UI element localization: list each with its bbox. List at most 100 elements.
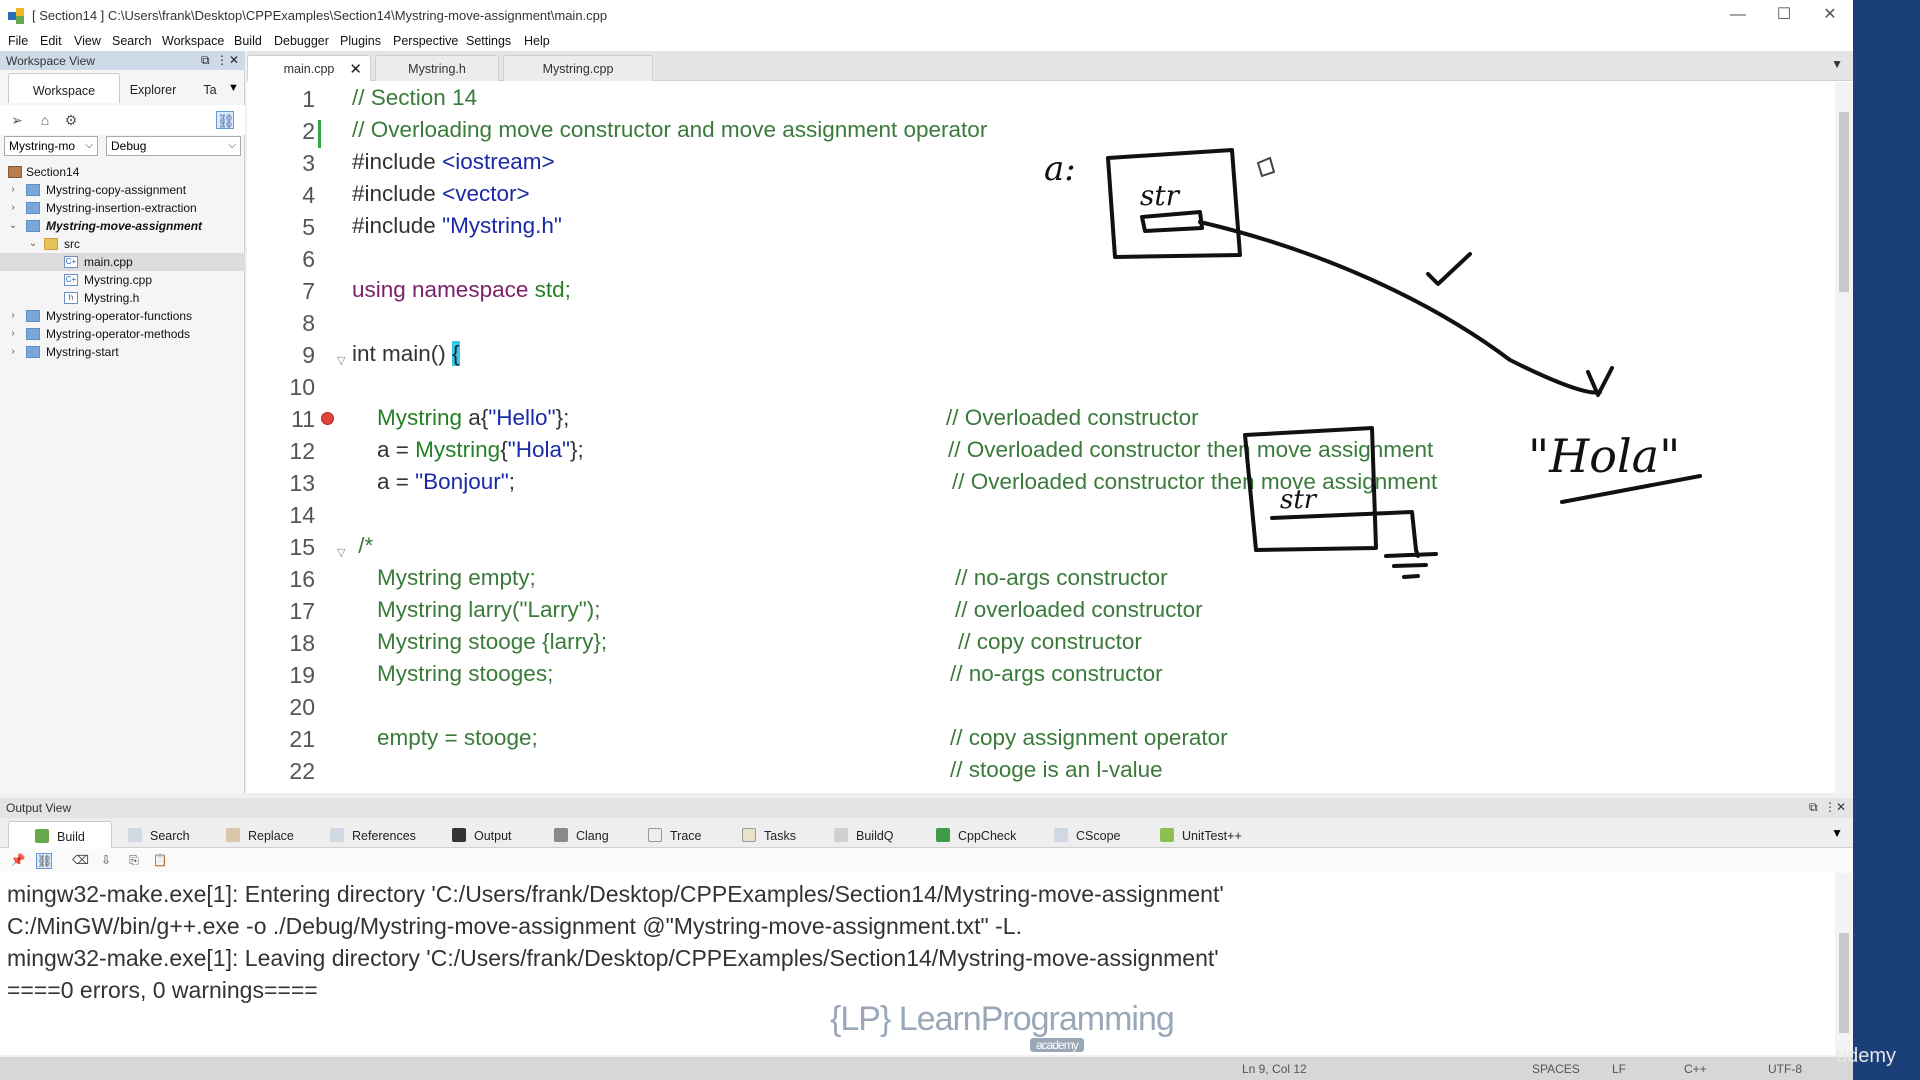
tree-item-project[interactable]: › Mystring-start <box>0 343 245 361</box>
home-icon[interactable]: ⌂ <box>36 111 54 129</box>
tree-item-project[interactable]: › Mystring-operator-methods <box>0 325 245 343</box>
chevron-down-icon[interactable]: ⌄ <box>8 217 18 235</box>
tab-buildq[interactable]: BuildQ <box>834 821 894 848</box>
tree-item-project[interactable]: › Mystring-operator-functions <box>0 307 245 325</box>
tab-label: Search <box>150 829 190 843</box>
cursor-position: Ln 9, Col 12 <box>1242 1062 1307 1076</box>
chevron-down-icon[interactable]: ▼ <box>1831 826 1843 840</box>
chevron-right-icon[interactable]: › <box>8 181 18 199</box>
editor-scrollbar[interactable] <box>1835 82 1853 793</box>
menu-bar: File Edit View Search Workspace Build De… <box>0 31 1853 51</box>
chevron-right-icon[interactable]: › <box>8 325 18 343</box>
tab-cscope[interactable]: CScope <box>1054 821 1120 848</box>
menu-debugger[interactable]: Debugger <box>274 34 329 48</box>
pin-icon[interactable]: 📌 <box>10 853 26 869</box>
tab-tasks[interactable]: Tasks <box>742 821 796 848</box>
scrollbar-thumb[interactable] <box>1839 112 1849 292</box>
tab-label: CScope <box>1076 829 1121 843</box>
chevron-down-icon[interactable]: ⌄ <box>28 235 38 253</box>
tab-unittest[interactable]: UnitTest++ <box>1160 821 1242 848</box>
tab-references[interactable]: References <box>330 821 416 848</box>
tab-mystring-h[interactable]: Mystring.h <box>375 55 499 81</box>
tab-trace[interactable]: Trace <box>648 821 702 848</box>
cpp-file-icon: C+ <box>64 256 78 268</box>
breakpoint-icon[interactable] <box>321 412 334 425</box>
tree-item-workspace[interactable]: Section14 <box>0 163 245 181</box>
code-token: "Hola" <box>507 437 570 462</box>
detach-icon[interactable]: ⧉ <box>201 53 210 68</box>
tab-main-cpp[interactable]: main.cpp ✕ <box>247 55 371 81</box>
menu-edit[interactable]: Edit <box>40 34 62 48</box>
tree-item-file[interactable]: C+ Mystring.cpp <box>0 271 245 289</box>
tree-item-project[interactable]: › Mystring-insertion-extraction <box>0 199 245 217</box>
tab-build[interactable]: Build <box>8 821 112 848</box>
tab-clang[interactable]: Clang <box>554 821 609 848</box>
menu-build[interactable]: Build <box>234 34 262 48</box>
tab-workspace[interactable]: Workspace <box>8 73 120 103</box>
configuration-select[interactable]: Debug ⌵ <box>106 136 241 156</box>
language-mode[interactable]: C++ <box>1684 1062 1707 1076</box>
code-token: "Mystring.h" <box>442 213 562 238</box>
code-token: #include <box>352 181 443 206</box>
menu-search[interactable]: Search <box>112 34 152 48</box>
more-icon[interactable]: ⋮ <box>216 53 228 67</box>
tab-search[interactable]: Search <box>126 821 190 848</box>
close-window-button[interactable]: ✕ <box>1810 4 1850 26</box>
save-icon[interactable]: ⇩ <box>98 853 114 869</box>
tab-tabs[interactable]: Ta <box>196 73 224 103</box>
tab-replace[interactable]: Replace <box>226 821 294 848</box>
chevron-right-icon[interactable]: › <box>8 199 18 217</box>
tab-explorer[interactable]: Explorer <box>120 73 186 103</box>
line-number: 16 <box>289 566 315 592</box>
tree-item-folder[interactable]: ⌄ src <box>0 235 245 253</box>
tree-item-project[interactable]: › Mystring-copy-assignment <box>0 181 245 199</box>
close-icon[interactable]: ✕ <box>229 53 239 67</box>
menu-workspace[interactable]: Workspace <box>162 34 224 48</box>
chevron-down-icon[interactable]: ▼ <box>1831 57 1843 71</box>
tree-item-file[interactable]: h Mystring.h <box>0 289 245 307</box>
code-line: a = Mystring{"Hola"}; <box>352 437 584 463</box>
gear-icon[interactable]: ⚙ <box>62 111 80 129</box>
line-ending[interactable]: LF <box>1612 1062 1626 1076</box>
scrollbar-thumb[interactable] <box>1839 933 1849 1033</box>
clear-icon[interactable]: ⌫ <box>72 853 89 869</box>
chevron-right-icon[interactable]: › <box>8 343 18 361</box>
codelite-app-icon <box>8 8 24 24</box>
maximize-button[interactable]: ☐ <box>1764 4 1804 26</box>
link-editor-icon[interactable]: ⛓ <box>216 111 235 129</box>
menu-plugins[interactable]: Plugins <box>340 34 381 48</box>
chevron-down-icon[interactable]: ▼ <box>228 82 239 94</box>
tab-mystring-cpp[interactable]: Mystring.cpp <box>503 55 653 81</box>
line-number: 10 <box>289 374 315 400</box>
send-icon[interactable]: ➢ <box>8 111 26 129</box>
paste-icon[interactable]: 📋 <box>152 853 168 869</box>
menu-perspective[interactable]: Perspective <box>393 34 458 48</box>
menu-view[interactable]: View <box>74 34 101 48</box>
close-icon[interactable]: ✕ <box>1836 800 1846 814</box>
menu-help[interactable]: Help <box>524 34 550 48</box>
indent-mode[interactable]: SPACES <box>1532 1062 1580 1076</box>
output-scrollbar[interactable] <box>1835 873 1853 1055</box>
fold-icon[interactable]: ▽ <box>337 354 345 367</box>
line-number: 12 <box>289 438 315 464</box>
tree-item-file[interactable]: C+ main.cpp <box>0 253 245 271</box>
chevron-right-icon[interactable]: › <box>8 307 18 325</box>
tab-output[interactable]: Output <box>452 821 512 848</box>
link-icon[interactable]: ⛓ <box>36 853 52 869</box>
minimize-button[interactable]: — <box>1718 4 1758 26</box>
more-icon[interactable]: ⋮ <box>1824 800 1836 814</box>
copy-icon[interactable]: ⎘ <box>126 853 142 869</box>
encoding[interactable]: UTF-8 <box>1768 1062 1802 1076</box>
tree-item-project-active[interactable]: ⌄ Mystring-move-assignment <box>0 217 245 235</box>
line-number: 5 <box>302 214 315 240</box>
line-number: 13 <box>289 470 315 496</box>
close-tab-icon[interactable]: ✕ <box>349 60 362 78</box>
fold-icon[interactable]: ▽ <box>337 546 345 559</box>
project-select[interactable]: Mystring-mo ⌵ <box>4 136 98 156</box>
references-icon <box>330 828 344 842</box>
menu-settings[interactable]: Settings <box>466 34 511 48</box>
menu-file[interactable]: File <box>8 34 28 48</box>
code-area[interactable]: // Section 14 // Overloading move constr… <box>352 82 1832 793</box>
tab-cppcheck[interactable]: CppCheck <box>936 821 1016 848</box>
detach-icon[interactable]: ⧉ <box>1809 800 1818 815</box>
